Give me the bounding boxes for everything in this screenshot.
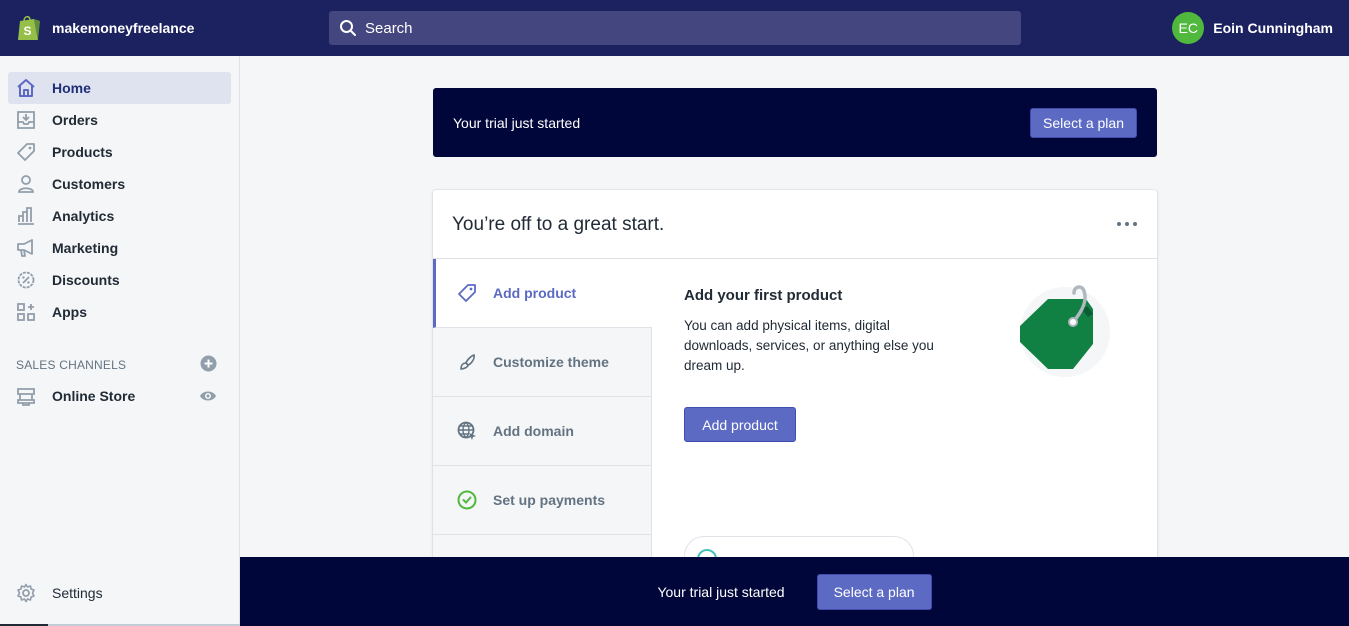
sidebar-item-label: Discounts: [52, 272, 120, 288]
sidebar-item-label: Settings: [52, 585, 103, 601]
trial-banner-text: Your trial just started: [453, 114, 581, 131]
sidebar-item-label: Analytics: [52, 208, 115, 224]
gear-icon: [17, 583, 35, 603]
add-product-button[interactable]: Add product: [684, 407, 796, 442]
card-title: You’re off to a great start.: [452, 214, 665, 235]
store-icon: [17, 388, 35, 406]
panel-title: Add your first product: [684, 287, 843, 304]
store-name: makemoneyfreelance: [52, 20, 195, 36]
tab-customize-theme[interactable]: Customize theme: [433, 328, 652, 397]
megaphone-icon: [17, 239, 33, 257]
sidebar-item-analytics[interactable]: Analytics: [8, 200, 231, 232]
sidebar-item-customers[interactable]: Customers: [8, 168, 231, 200]
apps-icon: [17, 303, 35, 321]
person-icon: [18, 175, 34, 193]
globe-icon: [457, 421, 476, 440]
tab-label: Add product: [493, 285, 577, 301]
sidebar-item-label: Customers: [52, 176, 126, 192]
sidebar-item-label: Apps: [52, 304, 87, 320]
tab-label: Customize theme: [493, 354, 609, 370]
dot-icon: [1117, 222, 1121, 226]
trial-footer-text: Your trial just started: [657, 583, 785, 600]
avatar: EC: [1172, 12, 1205, 44]
brush-icon: [460, 353, 475, 370]
product-tag-illustration: [1020, 285, 1110, 377]
trial-footer-banner: Your trial just started Select a plan: [240, 557, 1349, 626]
sidebar-item-discounts[interactable]: Discounts: [8, 264, 231, 296]
sidebar-item-apps[interactable]: Apps: [8, 296, 231, 328]
sidebar-item-label: Online Store: [52, 388, 136, 404]
select-plan-footer-button[interactable]: Select a plan: [816, 573, 932, 610]
home-icon: [17, 79, 35, 97]
orders-icon: [17, 111, 35, 129]
tab-add-domain[interactable]: Add domain: [433, 397, 652, 466]
eye-icon[interactable]: [199, 389, 217, 403]
dot-icon: [1125, 222, 1129, 226]
sidebar-item-online-store[interactable]: Online Store: [8, 380, 231, 412]
tag-icon: [458, 284, 476, 302]
search-input[interactable]: [365, 19, 965, 37]
setup-guide-card: You’re off to a great start. Add product…: [433, 190, 1157, 570]
store-brand[interactable]: S makemoneyfreelance: [0, 14, 329, 42]
more-actions-button[interactable]: [1117, 216, 1137, 232]
svg-text:S: S: [24, 24, 32, 38]
sales-channels-heading: SALES CHANNELS: [16, 358, 127, 372]
user-menu[interactable]: EC Eoin Cunningham: [1172, 12, 1333, 44]
bar-chart-icon: [18, 207, 34, 225]
sidebar-item-label: Products: [52, 144, 113, 160]
sidebar-item-settings[interactable]: Settings: [8, 577, 231, 609]
tab-set-up-payments[interactable]: Set up payments: [433, 466, 652, 535]
search-icon: [340, 20, 356, 36]
sidebar-item-orders[interactable]: Orders: [8, 104, 231, 136]
panel-description: You can add physical items, digital down…: [684, 318, 934, 373]
discount-icon: [17, 271, 35, 289]
dot-icon: [1133, 222, 1137, 226]
sidebar-item-label: Orders: [52, 112, 98, 128]
sidebar-item-label: Marketing: [52, 240, 119, 256]
tab-label: Add domain: [493, 423, 574, 439]
user-name: Eoin Cunningham: [1213, 20, 1333, 36]
check-circle-icon: [457, 490, 477, 510]
tab-label: Set up payments: [493, 492, 606, 508]
setup-tabs: Add product Customize theme Add domain S…: [433, 259, 652, 570]
sidebar-item-marketing[interactable]: Marketing: [8, 232, 231, 264]
tab-add-product[interactable]: Add product: [433, 259, 652, 328]
sidebar-item-products[interactable]: Products: [8, 136, 231, 168]
select-plan-button[interactable]: Select a plan: [1030, 107, 1137, 138]
shopify-logo-icon: S: [18, 15, 40, 40]
sidebar-item-home[interactable]: Home: [8, 72, 231, 104]
sidebar: Home Orders Products Customers Analytics…: [0, 56, 240, 626]
tag-icon: [17, 143, 35, 161]
add-sales-channel-icon[interactable]: [200, 355, 217, 372]
trial-banner: Your trial just started Select a plan: [433, 88, 1157, 157]
top-bar: S makemoneyfreelance EC Eoin Cunningham: [0, 0, 1349, 56]
sidebar-item-label: Home: [52, 80, 91, 96]
search-bar[interactable]: [329, 11, 1021, 45]
